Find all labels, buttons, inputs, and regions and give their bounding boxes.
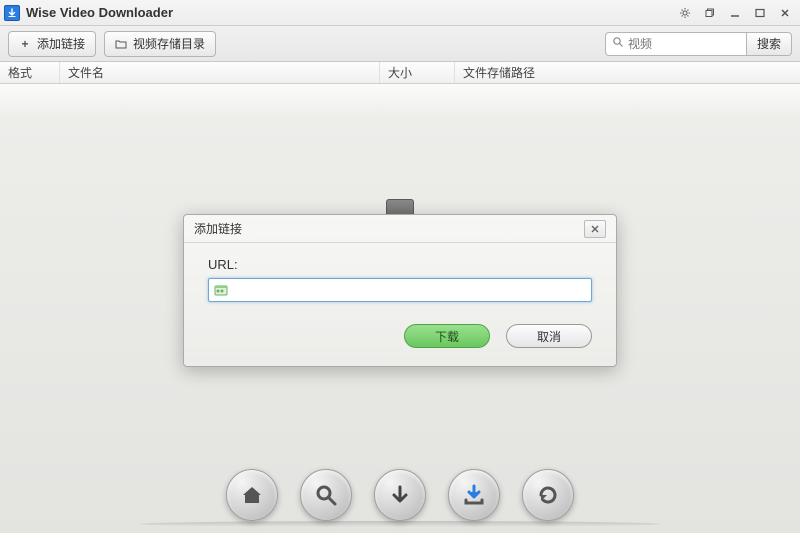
minimize-button[interactable] [724, 4, 746, 22]
download-button[interactable]: 下载 [404, 324, 490, 348]
storage-dir-label: 视频存储目录 [133, 35, 205, 52]
app-title: Wise Video Downloader [26, 5, 674, 20]
cancel-button[interactable]: 取消 [506, 324, 592, 348]
url-input-wrap[interactable] [208, 278, 592, 302]
dialog-buttons: 下载 取消 [208, 324, 592, 348]
search-input[interactable] [628, 37, 740, 51]
refresh-button[interactable] [522, 469, 574, 521]
bottom-shelf-shadow [140, 521, 660, 527]
search-button[interactable]: 搜索 [747, 32, 792, 56]
col-path[interactable]: 文件存储路径 [455, 62, 800, 83]
dialog-title: 添加链接 [194, 220, 242, 237]
home-button[interactable] [226, 469, 278, 521]
save-download-button[interactable] [448, 469, 500, 521]
download-arrow-button[interactable] [374, 469, 426, 521]
restore-button[interactable] [699, 4, 721, 22]
search-icon [612, 36, 624, 51]
app-logo [4, 5, 20, 21]
search-box[interactable] [605, 32, 747, 56]
title-bar: Wise Video Downloader [0, 0, 800, 26]
col-format[interactable]: 格式 [0, 62, 60, 83]
add-link-button[interactable]: + 添加链接 [8, 31, 96, 57]
dialog-titlebar: 添加链接 [184, 215, 616, 243]
add-link-label: 添加链接 [37, 35, 85, 52]
settings-button[interactable] [674, 4, 696, 22]
col-filename[interactable]: 文件名 [60, 62, 380, 83]
close-button[interactable] [774, 4, 796, 22]
dialog-body: URL: 下载 取消 [184, 243, 616, 366]
window-controls [674, 4, 796, 22]
url-icon [213, 282, 229, 298]
plus-icon: + [19, 38, 31, 50]
column-headers: 格式 文件名 大小 文件存储路径 [0, 62, 800, 84]
search-nav-button[interactable] [300, 469, 352, 521]
toolbar: + 添加链接 视频存储目录 搜索 [0, 26, 800, 62]
folder-icon [115, 38, 127, 50]
search-group: 搜索 [605, 32, 792, 56]
dialog-close-button[interactable] [584, 220, 606, 238]
bottom-nav [226, 469, 574, 521]
col-size[interactable]: 大小 [380, 62, 455, 83]
storage-dir-button[interactable]: 视频存储目录 [104, 31, 216, 57]
add-link-dialog: 添加链接 URL: 下载 取消 [183, 214, 617, 367]
url-input[interactable] [233, 283, 587, 297]
url-label: URL: [208, 257, 592, 272]
maximize-button[interactable] [749, 4, 771, 22]
